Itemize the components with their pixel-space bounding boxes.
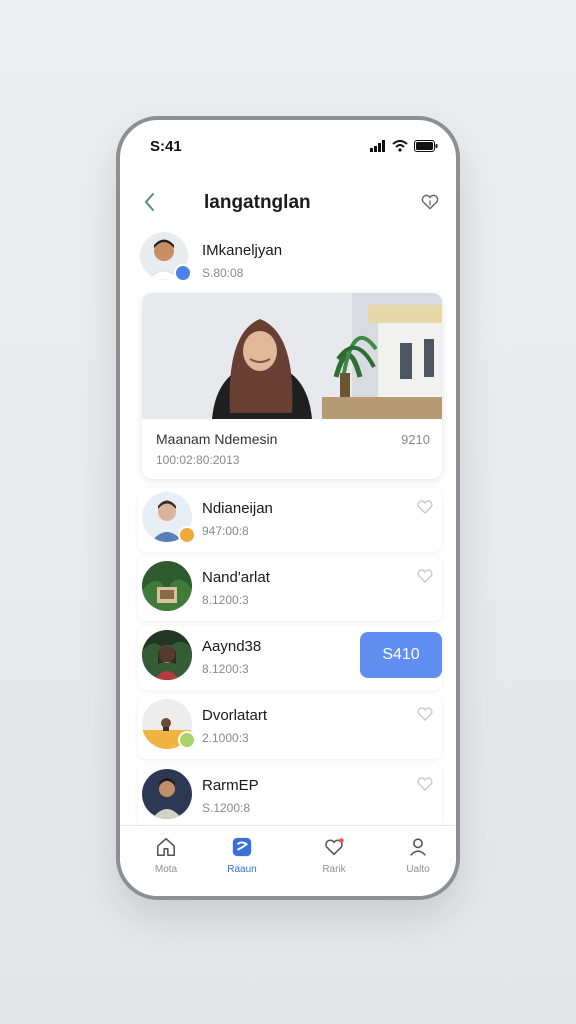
avatar xyxy=(142,769,192,819)
status-badge xyxy=(178,731,196,749)
tab-label: Rarik xyxy=(322,864,346,875)
featured-subtitle: 100:02:80:2013 xyxy=(156,453,240,467)
list-item-name: Nand'arlat xyxy=(202,569,270,586)
list-item-name: RarmEP xyxy=(202,777,259,794)
list-item[interactable]: Aaynd38 8.1200:3 S410 xyxy=(138,626,442,690)
list-item[interactable]: Dvorlatart 2.1000:3 xyxy=(138,695,442,759)
heart-icon[interactable] xyxy=(416,498,434,516)
avatar xyxy=(142,630,192,680)
avatar xyxy=(142,561,192,611)
battery-icon xyxy=(414,140,438,152)
verified-badge xyxy=(174,264,192,282)
tab-label: Ualto xyxy=(406,864,430,875)
status-time: S:41 xyxy=(150,138,182,155)
page-title: langatnglan xyxy=(204,192,311,213)
wifi-icon xyxy=(392,140,408,152)
list-item-subtitle: 947:00:8 xyxy=(202,524,249,538)
list-item-subtitle: 8.1200:3 xyxy=(202,662,249,676)
status-badge xyxy=(178,526,196,544)
tab-label: Mota xyxy=(154,864,178,875)
list-item-name: Aaynd38 xyxy=(202,638,262,655)
list-item[interactable]: Nand'arlat 8.1200:3 xyxy=(138,557,442,621)
featured-card[interactable]: Maanam Ndemesin 100:02:80:2013 9210 xyxy=(142,293,442,479)
profile-header[interactable]: IMkaneljyan S.80:08 xyxy=(140,232,436,284)
list-item-subtitle: S.1200:8 xyxy=(202,801,251,815)
tab-bar: Mota Raaun Rarik Ualto xyxy=(120,825,456,896)
status-bar: S:41 xyxy=(120,120,456,168)
signal-icon xyxy=(370,140,385,152)
app-header: langatnglan xyxy=(120,184,456,224)
featured-name: Maanam Ndemesin xyxy=(156,431,278,447)
tab-shield[interactable]: Raaun xyxy=(212,836,272,886)
shield-icon xyxy=(232,837,252,857)
heart-icon[interactable] xyxy=(416,775,434,793)
user-icon xyxy=(410,838,426,856)
phone-frame: S:41 langatnglan IMkaneljyan S.80:08 Maa… xyxy=(116,116,460,900)
heart-icon[interactable] xyxy=(420,192,440,212)
list-item[interactable]: RarmEP S.1200:8 xyxy=(138,765,442,829)
home-icon xyxy=(156,837,176,857)
profile-subtitle: S.80:08 xyxy=(202,266,244,280)
list-item-name: Dvorlatart xyxy=(202,707,268,724)
list-item-name: Ndianeijan xyxy=(202,500,273,517)
tab-label: Raaun xyxy=(227,864,257,875)
list-item[interactable]: Ndianeijan 947:00:8 xyxy=(138,488,442,552)
tab-chat[interactable]: Rarik xyxy=(304,836,364,886)
chat-heart-icon xyxy=(325,838,344,856)
list-item-subtitle: 2.1000:3 xyxy=(202,731,249,745)
action-button[interactable]: S410 xyxy=(360,632,442,678)
featured-photo xyxy=(142,293,442,419)
back-chevron-icon[interactable] xyxy=(138,190,162,214)
heart-icon[interactable] xyxy=(416,567,434,585)
profile-name: IMkaneljyan xyxy=(202,242,283,259)
heart-icon[interactable] xyxy=(416,705,434,723)
featured-value: 9210 xyxy=(401,432,430,447)
tab-profile[interactable]: Ualto xyxy=(388,836,448,886)
tab-home[interactable]: Mota xyxy=(136,836,196,886)
list-item-subtitle: 8.1200:3 xyxy=(202,593,249,607)
